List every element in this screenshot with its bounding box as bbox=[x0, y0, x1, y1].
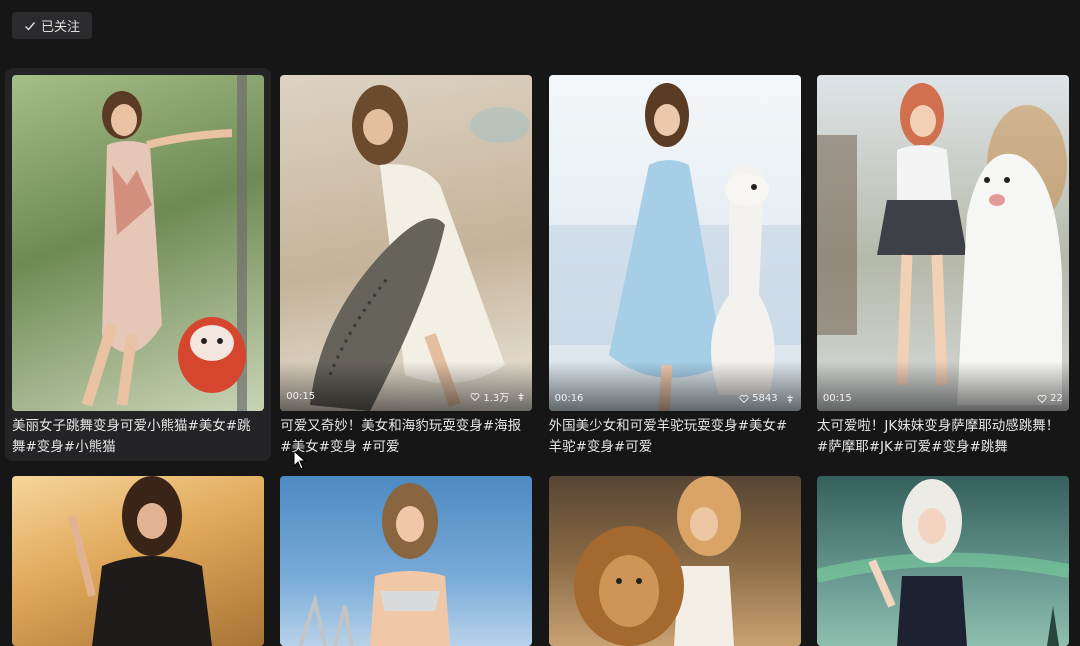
like-count: 5843 bbox=[739, 393, 794, 404]
video-caption[interactable]: 美丽女子跳舞变身可爱小熊猫#美女#跳舞#变身#小熊猫 bbox=[12, 416, 264, 458]
like-count-value: 1.3万 bbox=[483, 393, 510, 404]
video-grid: 美丽女子跳舞变身可爱小熊猫#美女#跳舞#变身#小熊猫 00:15 1.3万 可爱… bbox=[5, 68, 1069, 646]
like-count: 22 bbox=[1037, 393, 1063, 404]
video-card[interactable]: 00:15 22 太可爱啦！JK妹妹变身萨摩耶动感跳舞！#萨摩耶#JK#可爱#变… bbox=[816, 75, 1069, 458]
video-duration: 00:16 bbox=[554, 393, 584, 404]
video-caption[interactable]: 太可爱啦！JK妹妹变身萨摩耶动感跳舞！#萨摩耶#JK#可爱#变身#跳舞 bbox=[817, 416, 1069, 458]
video-thumbnail[interactable] bbox=[816, 476, 1069, 646]
video-thumbnail[interactable] bbox=[280, 476, 533, 646]
following-button[interactable]: 已关注 bbox=[12, 12, 93, 39]
video-card[interactable]: 00:15 1.3万 可爱又奇妙！美女和海豹玩耍变身#海报#美女#变身 #可爱 bbox=[280, 75, 533, 458]
woman-lion-figure bbox=[573, 476, 741, 646]
video-card[interactable]: 00:16 5843 外国美少女和可爱羊驼玩耍变身#美女#羊驼#变身#可爱 bbox=[548, 75, 801, 458]
video-card[interactable] bbox=[280, 476, 533, 646]
video-thumbnail[interactable] bbox=[12, 75, 264, 411]
dancer-figure bbox=[81, 75, 247, 411]
video-card[interactable]: 美丽女子跳舞变身可爱小熊猫#美女#跳舞#变身#小熊猫 bbox=[5, 68, 271, 461]
like-count-value: 5843 bbox=[752, 393, 778, 404]
video-thumbnail[interactable]: 00:15 1.3万 bbox=[280, 75, 533, 411]
video-card[interactable] bbox=[816, 476, 1069, 646]
like-count-value: 22 bbox=[1050, 393, 1063, 404]
video-duration: 00:15 bbox=[286, 391, 316, 402]
video-card[interactable] bbox=[548, 476, 801, 646]
heart-icon bbox=[1037, 394, 1047, 403]
like-count: 1.3万 bbox=[470, 389, 526, 404]
check-icon bbox=[25, 21, 36, 31]
woman-sky-figure bbox=[298, 483, 451, 646]
video-meta: 00:16 5843 bbox=[555, 393, 795, 404]
pin-icon bbox=[786, 394, 793, 403]
following-button-label: 已关注 bbox=[41, 20, 81, 35]
woman-sunset-figure bbox=[68, 476, 212, 646]
pin-icon bbox=[518, 392, 525, 401]
video-meta: 00:15 1.3万 bbox=[286, 389, 526, 404]
video-card[interactable] bbox=[12, 476, 264, 646]
video-caption[interactable]: 外国美少女和可爱羊驼玩耍变身#美女#羊驼#变身#可爱 bbox=[549, 416, 801, 458]
video-thumbnail[interactable] bbox=[12, 476, 264, 646]
heart-icon bbox=[470, 392, 480, 401]
video-thumbnail[interactable] bbox=[548, 476, 801, 646]
heart-icon bbox=[739, 394, 749, 403]
video-thumbnail[interactable]: 00:15 22 bbox=[816, 75, 1069, 411]
woman-aurora-figure bbox=[816, 479, 1069, 646]
video-caption[interactable]: 可爱又奇妙！美女和海豹玩耍变身#海报#美女#变身 #可爱 bbox=[280, 416, 532, 458]
video-thumbnail[interactable]: 00:16 5843 bbox=[548, 75, 801, 411]
video-meta: 00:15 22 bbox=[823, 393, 1063, 404]
video-duration: 00:15 bbox=[822, 393, 852, 404]
